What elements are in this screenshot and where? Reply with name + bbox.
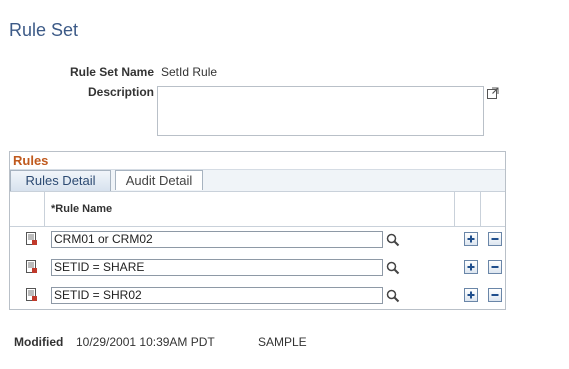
- description-label: Description: [87, 85, 154, 99]
- grid-header: *Rule Name: [10, 191, 505, 227]
- tab-rules-detail[interactable]: Rules Detail: [10, 170, 111, 191]
- tab-bar: Rules Detail Audit Detail: [10, 169, 505, 191]
- delete-row-button[interactable]: [488, 260, 502, 274]
- magnifier-icon[interactable]: [386, 233, 400, 247]
- rule-name-input[interactable]: SETID = SHR02: [51, 287, 383, 304]
- page-title: Rule Set: [9, 20, 79, 40]
- rule-name-input[interactable]: CRM01 or CRM02: [51, 231, 383, 248]
- delete-row-button[interactable]: [488, 288, 502, 302]
- add-row-button[interactable]: [464, 232, 478, 246]
- row-detail-icon[interactable]: [26, 232, 38, 246]
- tab-audit-detail[interactable]: Audit Detail: [115, 170, 203, 190]
- modified-datetime: 10/29/2001 10:39AM PDT: [76, 335, 215, 349]
- header-divider: [454, 192, 455, 226]
- rules-grid: Rules Rules Detail Audit Detail *Rule Na…: [9, 151, 506, 310]
- row-detail-icon[interactable]: [26, 260, 38, 274]
- row-detail-icon[interactable]: [26, 288, 38, 302]
- grid-title: Rules: [13, 153, 49, 168]
- rule-set-name-value: SetId Rule: [161, 65, 218, 79]
- expand-window-icon[interactable]: [486, 86, 500, 100]
- header-divider: [480, 192, 481, 226]
- rule-name-input[interactable]: SETID = SHARE: [51, 259, 383, 276]
- magnifier-icon[interactable]: [386, 261, 400, 275]
- magnifier-icon[interactable]: [386, 289, 400, 303]
- modified-by: SAMPLE: [258, 335, 307, 349]
- add-row-button[interactable]: [464, 260, 478, 274]
- rule-set-name-label: Rule Set Name: [69, 65, 154, 79]
- add-row-button[interactable]: [464, 288, 478, 302]
- header-divider: [44, 192, 45, 226]
- delete-row-button[interactable]: [488, 232, 502, 246]
- modified-label: Modified: [14, 335, 64, 349]
- description-field[interactable]: [157, 86, 484, 136]
- rule-name-column-header: *Rule Name: [51, 203, 113, 215]
